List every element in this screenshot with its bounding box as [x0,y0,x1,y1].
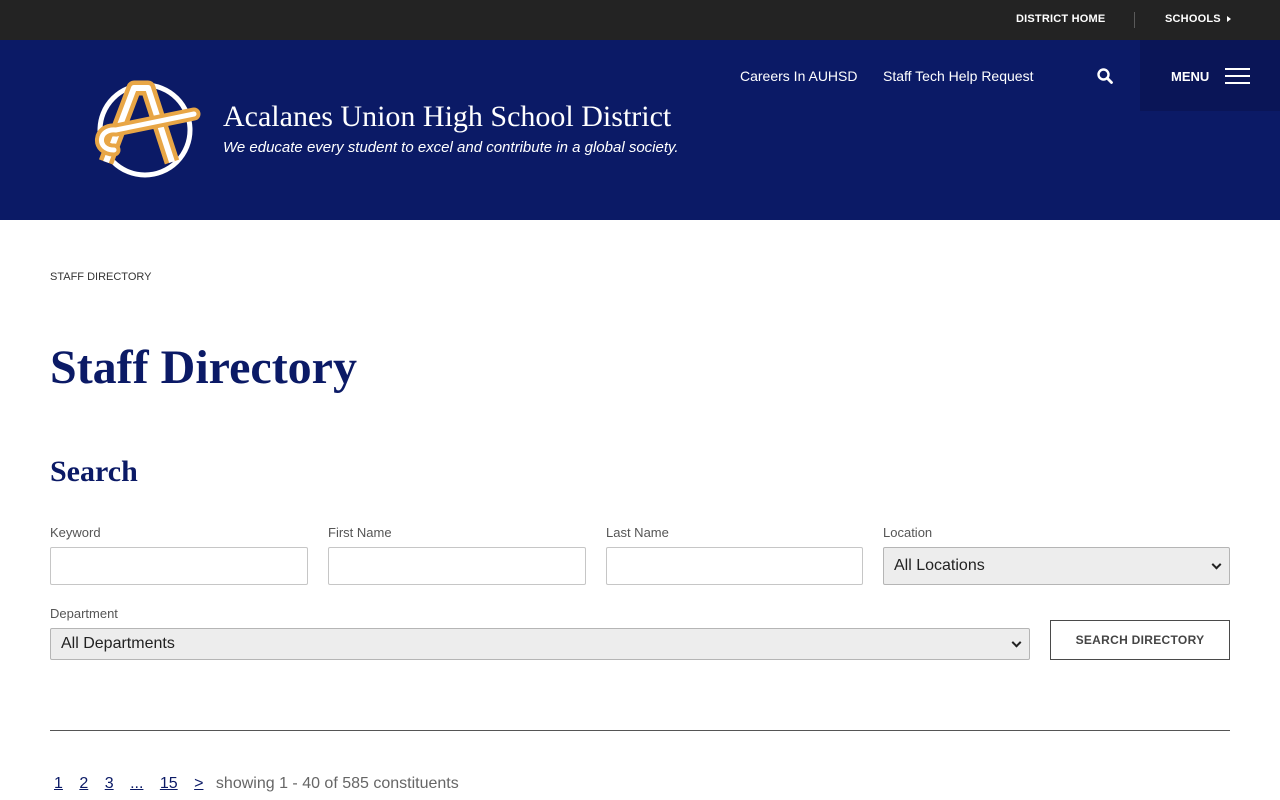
district-home-link[interactable]: DISTRICT HOME [1016,13,1105,25]
location-label: Location [883,525,933,540]
auhsd-logo-icon[interactable] [86,80,202,180]
search-icon[interactable] [1095,66,1115,86]
utility-bar: DISTRICT HOME SCHOOLS [0,0,1280,40]
search-directory-button[interactable]: SEARCH DIRECTORY [1050,620,1230,660]
menu-label: MENU [1171,69,1210,84]
site-header: Acalanes Union High School District We e… [0,40,1280,220]
last-name-input[interactable] [606,547,863,585]
site-title[interactable]: Acalanes Union High School District [223,100,671,134]
first-name-input[interactable] [328,547,586,585]
location-select[interactable]: All Locations [883,547,1230,585]
last-name-label: Last Name [606,525,669,540]
staff-tech-help-link[interactable]: Staff Tech Help Request [883,68,1033,84]
menu-button[interactable]: MENU [1140,40,1280,111]
department-select[interactable]: All Departments [50,628,1030,660]
breadcrumb: STAFF DIRECTORY [50,271,152,283]
page-link-1[interactable]: 1 [54,775,63,792]
first-name-label: First Name [328,525,392,540]
page-link-last[interactable]: 15 [160,775,178,792]
page-link-3[interactable]: 3 [105,775,114,792]
department-value: All Departments [61,635,175,652]
results-summary: showing 1 - 40 of 585 constituents [215,775,459,792]
department-label: Department [50,606,118,621]
hamburger-icon [1225,68,1250,84]
chevron-down-icon [1211,559,1222,570]
page-title: Staff Directory [50,341,357,394]
chevron-down-icon [1011,637,1022,648]
caret-right-icon [1227,16,1231,22]
location-value: All Locations [894,557,985,574]
page-link-2[interactable]: 2 [79,775,88,792]
page-ellipsis[interactable]: ... [130,775,143,792]
site-tagline: We educate every student to excel and co… [223,139,679,156]
next-page-link[interactable]: > [194,775,203,792]
pagination: 1 2 3 ... 15 > showing 1 - 40 of 585 con… [54,775,459,793]
keyword-input[interactable] [50,547,308,585]
search-heading: Search [50,455,138,488]
schools-dropdown[interactable]: SCHOOLS [1165,13,1221,25]
divider [50,730,1230,731]
keyword-label: Keyword [50,525,101,540]
careers-link[interactable]: Careers In AUHSD [740,68,857,84]
utility-divider [1134,12,1135,28]
